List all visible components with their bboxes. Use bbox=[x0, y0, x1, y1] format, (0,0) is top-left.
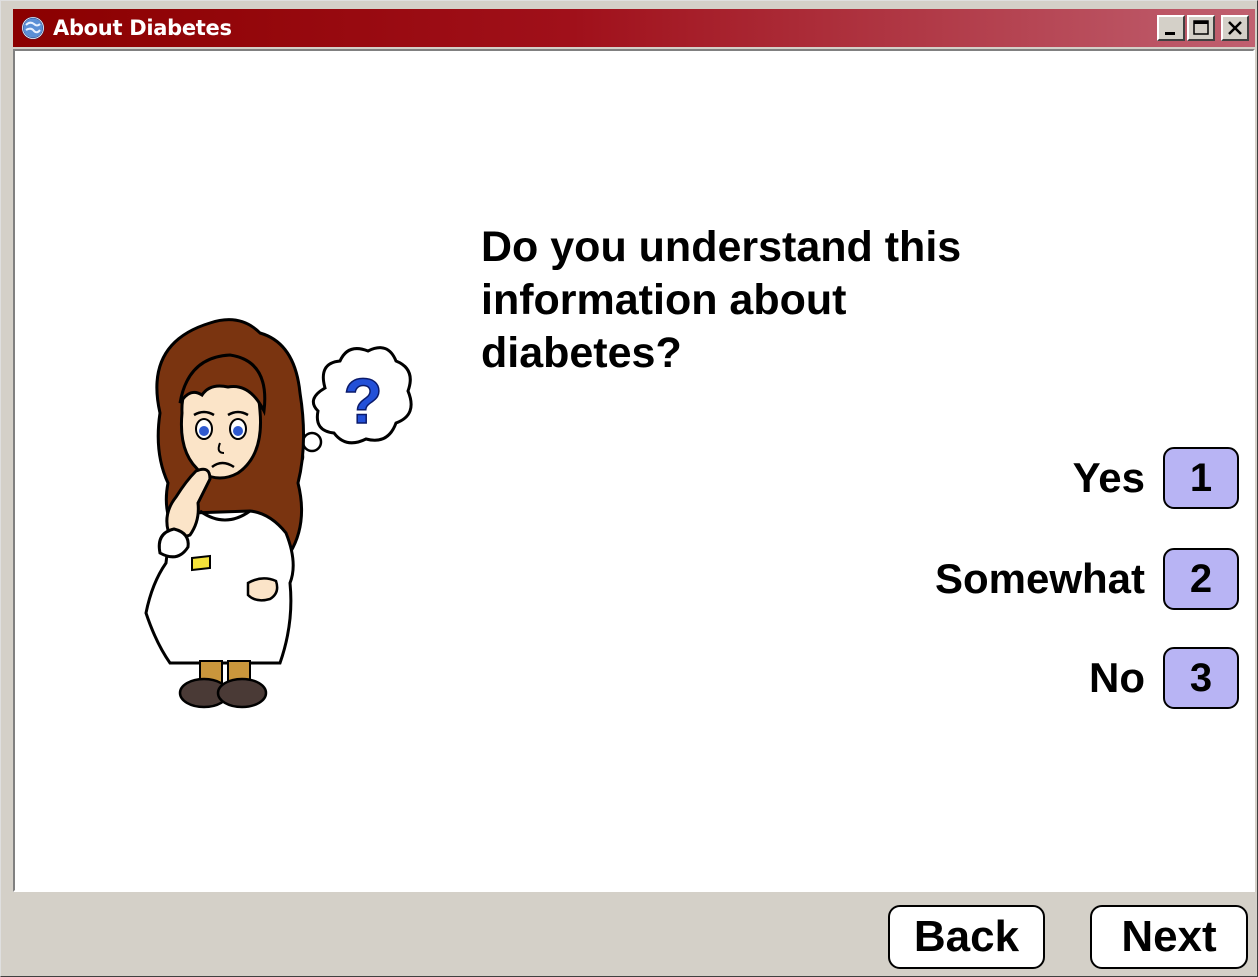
next-button[interactable]: Next bbox=[1090, 905, 1248, 969]
answer-option-somewhat[interactable]: Somewhat 2 bbox=[935, 548, 1239, 610]
app-globe-icon bbox=[21, 16, 45, 40]
answer-label: Yes bbox=[1072, 454, 1145, 501]
title-bar[interactable]: About Diabetes bbox=[13, 9, 1255, 47]
window-title: About Diabetes bbox=[53, 16, 232, 40]
maximize-button[interactable] bbox=[1187, 15, 1215, 41]
confused-woman-illustration: ? bbox=[144, 318, 413, 709]
window-controls bbox=[1157, 15, 1249, 41]
answer-key-2-button[interactable]: 2 bbox=[1163, 548, 1239, 610]
answer-label: No bbox=[1089, 654, 1145, 701]
app-window: About Diabetes ? Do you understand this … bbox=[0, 0, 1258, 977]
maximize-icon bbox=[1193, 20, 1209, 35]
question-mark-icon: ? bbox=[343, 365, 382, 437]
answer-key-1-button[interactable]: 1 bbox=[1163, 447, 1239, 509]
close-icon bbox=[1228, 21, 1242, 35]
navigation-bar: Back Next bbox=[13, 894, 1255, 976]
back-button[interactable]: Back bbox=[888, 905, 1045, 969]
answer-option-no[interactable]: No 3 bbox=[1089, 647, 1239, 709]
minimize-icon bbox=[1165, 32, 1175, 35]
answer-option-yes[interactable]: Yes 1 bbox=[1073, 447, 1239, 509]
question-text: Do you understand this information about… bbox=[481, 223, 962, 377]
close-button[interactable] bbox=[1221, 15, 1249, 41]
answer-key-3-button[interactable]: 3 bbox=[1163, 647, 1239, 709]
answer-label: Somewhat bbox=[934, 555, 1145, 602]
minimize-button[interactable] bbox=[1157, 15, 1185, 41]
content-panel: ? Do you understand this information abo… bbox=[13, 49, 1255, 892]
thought-bubble: ? bbox=[287, 346, 413, 466]
